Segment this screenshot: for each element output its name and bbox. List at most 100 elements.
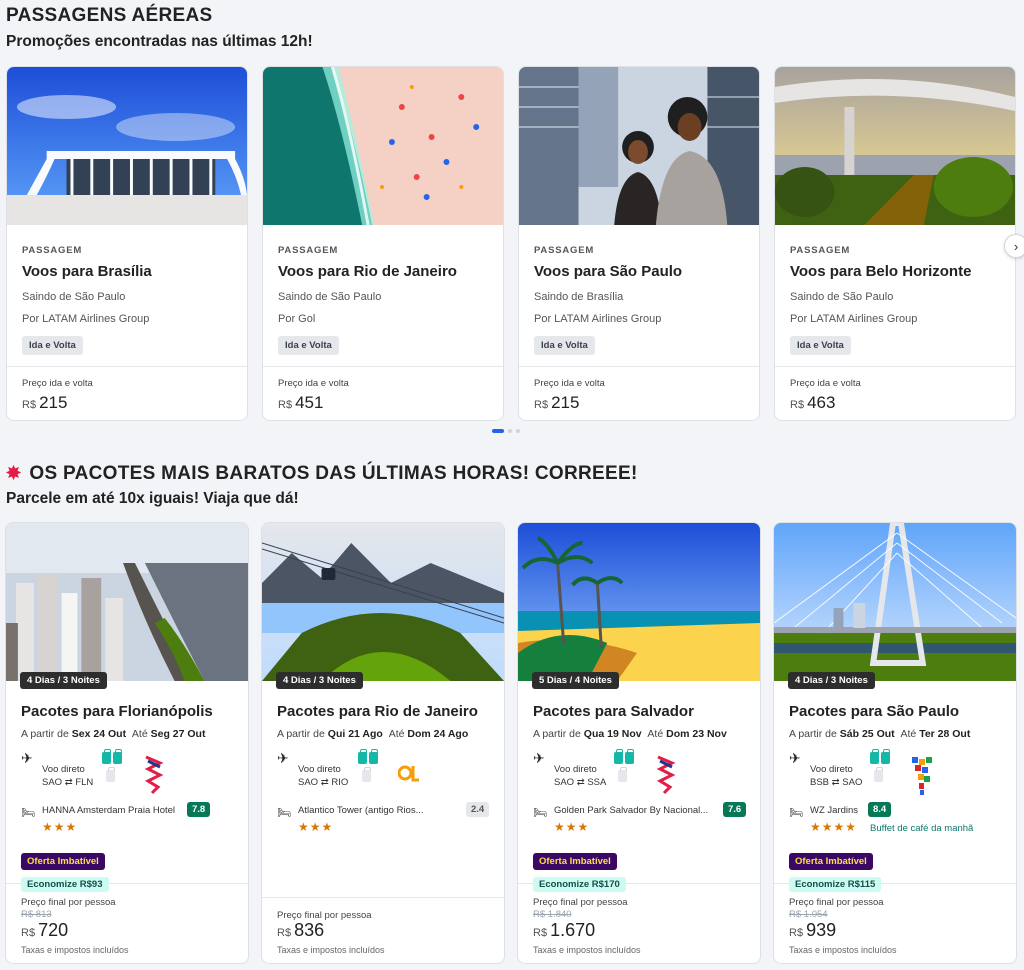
- old-price: R$ 1.054: [789, 909, 828, 920]
- rio-sugarloaf-photo: [262, 523, 504, 681]
- card-title[interactable]: Voos para Rio de Janeiro: [278, 263, 457, 280]
- card-divider: [775, 366, 1015, 367]
- price: R$ 1.670: [533, 920, 595, 941]
- date-range: A partir de Sáb 25 Out Até Ter 28 Out: [789, 728, 970, 740]
- chevron-right-icon: ›: [1013, 238, 1019, 254]
- packages-section-subtitle: Parcele em até 10x iguais! Viaja que dá!: [6, 490, 299, 507]
- direct-flight-label: Voo direto: [298, 764, 341, 775]
- sao-paulo-couple-photo: [519, 67, 759, 225]
- star-rating: ★★★: [554, 820, 590, 834]
- old-price: R$ 813: [21, 909, 52, 920]
- card-title[interactable]: Pacotes para Salvador: [533, 703, 694, 720]
- flights-section-subtitle: Promoções encontradas nas últimas 12h!: [6, 33, 313, 50]
- duration-badge: 5 Dias / 4 Noites: [532, 672, 619, 689]
- card-divider: [263, 366, 503, 367]
- bed-icon: 🛏: [533, 807, 547, 819]
- luggage-icon: [102, 749, 111, 764]
- route-from: SAO: [42, 777, 63, 788]
- card-origin: Saindo de Brasília: [534, 291, 624, 303]
- luggage-icon: [618, 767, 627, 782]
- tax-note: Taxas e impostos incluídos: [789, 945, 897, 955]
- card-origin: Saindo de São Paulo: [278, 291, 382, 303]
- card-title[interactable]: Pacotes para Rio de Janeiro: [277, 703, 478, 720]
- airplane-icon: ✈: [21, 750, 33, 766]
- flight-card-belo-horizonte[interactable]: PASSAGEM Voos para Belo Horizonte Saindo…: [774, 66, 1016, 421]
- price-value: 215: [39, 393, 68, 412]
- card-divider: [7, 366, 247, 367]
- pagination-dot[interactable]: [508, 429, 512, 433]
- from-date: Qui 21 Ago: [327, 728, 383, 740]
- savings-badge: Economize R$115: [789, 877, 882, 892]
- rio-beach-photo: [263, 67, 503, 225]
- to-label: Até: [900, 728, 917, 740]
- pagination-dot[interactable]: [516, 429, 520, 433]
- package-card-rio[interactable]: 4 Dias / 3 Noites Pacotes para Rio de Ja…: [261, 522, 505, 964]
- carousel-next-button[interactable]: ›: [1004, 234, 1024, 258]
- package-card-florianopolis[interactable]: 4 Dias / 3 Noites Pacotes para Florianóp…: [5, 522, 249, 964]
- to-date: Dom 23 Nov: [666, 728, 727, 740]
- brasilia-photo: [7, 67, 247, 225]
- bed-icon: 🛏: [789, 807, 803, 819]
- explosion-icon: ✸: [6, 463, 22, 483]
- luggage-icon: [874, 767, 883, 782]
- price-value: 451: [295, 393, 324, 412]
- luggage-icons: [614, 749, 634, 764]
- price-label: Preço ida e volta: [534, 378, 605, 389]
- trip-type-chip: Ida e Volta: [534, 336, 595, 355]
- to-label: Até: [388, 728, 405, 740]
- price: R$ 720: [21, 920, 68, 941]
- trip-type-chip: Ida e Volta: [790, 336, 851, 355]
- card-title[interactable]: Voos para Belo Horizonte: [790, 263, 971, 280]
- luggage-icon: [358, 749, 367, 764]
- hotel-score: 8.4: [868, 802, 892, 817]
- from-label: A partir de: [21, 728, 69, 740]
- currency: R$: [22, 399, 37, 411]
- price-label: Preço ida e volta: [790, 378, 861, 389]
- flight-info: Voo direto BSB ⇄ SAO: [810, 764, 863, 788]
- route-from: BSB: [810, 777, 830, 788]
- hotel-score: 2.4: [466, 802, 490, 817]
- card-origin: Saindo de São Paulo: [22, 291, 126, 303]
- hotel-name: HANNA Amsterdam Praia Hotel: [42, 805, 176, 816]
- flight-card-rio[interactable]: PASSAGEM Voos para Rio de Janeiro Saindo…: [262, 66, 504, 421]
- from-label: A partir de: [789, 728, 837, 740]
- airline-logo-icon: [656, 755, 676, 795]
- price-value: 836: [294, 920, 325, 940]
- card-kicker: PASSAGEM: [534, 245, 595, 256]
- price-label: Preço ida e volta: [278, 378, 349, 389]
- route-from: SAO: [554, 777, 575, 788]
- from-label: A partir de: [277, 728, 325, 740]
- card-title[interactable]: Voos para Brasília: [22, 263, 152, 280]
- currency: R$: [278, 399, 293, 411]
- airplane-icon: ✈: [533, 750, 545, 766]
- flight-card-brasilia[interactable]: PASSAGEM Voos para Brasília Saindo de Sã…: [6, 66, 248, 421]
- luggage-icon: [881, 749, 890, 764]
- price-value: 1.670: [550, 920, 596, 940]
- card-title[interactable]: Pacotes para Florianópolis: [21, 703, 213, 720]
- luggage-icon: [870, 749, 879, 764]
- duration-badge: 4 Dias / 3 Noites: [20, 672, 107, 689]
- savings-badge: Economize R$93: [21, 877, 109, 892]
- flight-card-sao-paulo[interactable]: PASSAGEM Voos para São Paulo Saindo de B…: [518, 66, 760, 421]
- card-divider: [519, 366, 759, 367]
- currency: R$: [534, 399, 549, 411]
- price: R$ 939: [789, 920, 836, 941]
- packages-section-title: ✸ OS PACOTES MAIS BARATOS DAS ÚLTIMAS HOR…: [6, 463, 638, 485]
- price-label: Preço final por pessoa: [533, 897, 628, 908]
- package-card-sao-paulo[interactable]: 4 Dias / 3 Noites Pacotes para São Paulo…: [773, 522, 1017, 964]
- card-title[interactable]: Pacotes para São Paulo: [789, 703, 959, 720]
- trip-type-chip: Ida e Volta: [278, 336, 339, 355]
- direct-flight-label: Voo direto: [42, 764, 85, 775]
- currency: R$: [277, 927, 292, 939]
- luggage-icon: [625, 749, 634, 764]
- luggage-icons: [102, 749, 122, 764]
- currency: R$: [533, 927, 548, 939]
- package-card-salvador[interactable]: 5 Dias / 4 Noites Pacotes para Salvador …: [517, 522, 761, 964]
- price-value: 939: [806, 920, 837, 940]
- currency: R$: [21, 927, 36, 939]
- price: R$ 451: [278, 393, 323, 413]
- pagination-dot-active[interactable]: [492, 429, 504, 433]
- card-title[interactable]: Voos para São Paulo: [534, 263, 682, 280]
- route-to: SAO: [842, 777, 863, 788]
- price: R$ 215: [22, 393, 67, 413]
